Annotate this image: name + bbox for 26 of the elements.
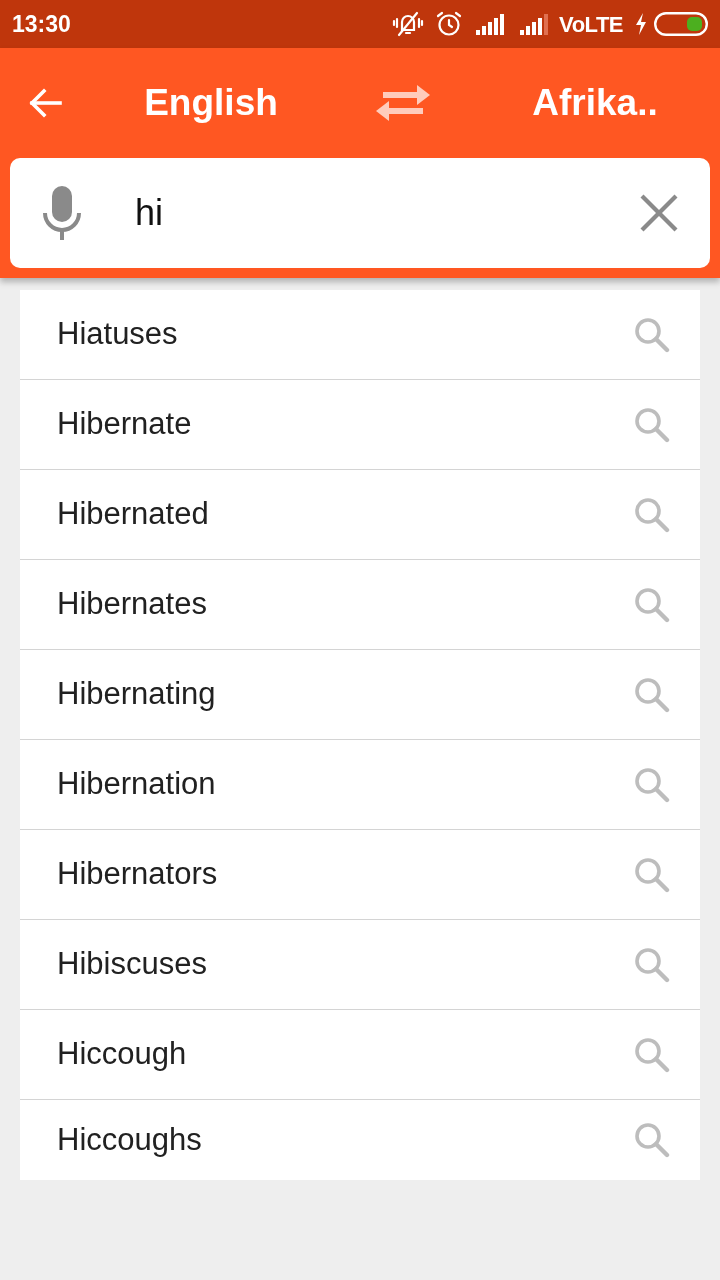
search-icon: [634, 946, 670, 983]
microphone-icon: [42, 186, 82, 240]
microphone-button[interactable]: [42, 186, 82, 240]
search-bar[interactable]: hi: [10, 158, 710, 268]
search-icon: [634, 676, 670, 713]
clock-time: 13:30: [12, 9, 71, 39]
search-icon: [634, 856, 670, 893]
clear-button[interactable]: [640, 194, 678, 232]
close-icon: [640, 194, 678, 232]
bell-slash-icon: [392, 10, 425, 38]
battery-icon: [654, 12, 708, 36]
search-icon: [634, 586, 670, 623]
search-icon: [634, 316, 670, 353]
search-icon: [634, 496, 670, 533]
lightning-icon: [635, 13, 647, 35]
search-icon: [634, 1122, 670, 1158]
back-button[interactable]: [28, 88, 62, 118]
search-icon: [634, 1036, 670, 1073]
search-field[interactable]: hi: [135, 183, 640, 243]
search-icon: [634, 766, 670, 803]
alarm-clock-icon: [436, 11, 463, 37]
signal-icon: [476, 13, 507, 35]
search-icon: [634, 406, 670, 443]
back-arrow-icon: [28, 88, 62, 118]
signal-icon: [520, 13, 551, 35]
network-type: VoLTE: [559, 10, 623, 39]
